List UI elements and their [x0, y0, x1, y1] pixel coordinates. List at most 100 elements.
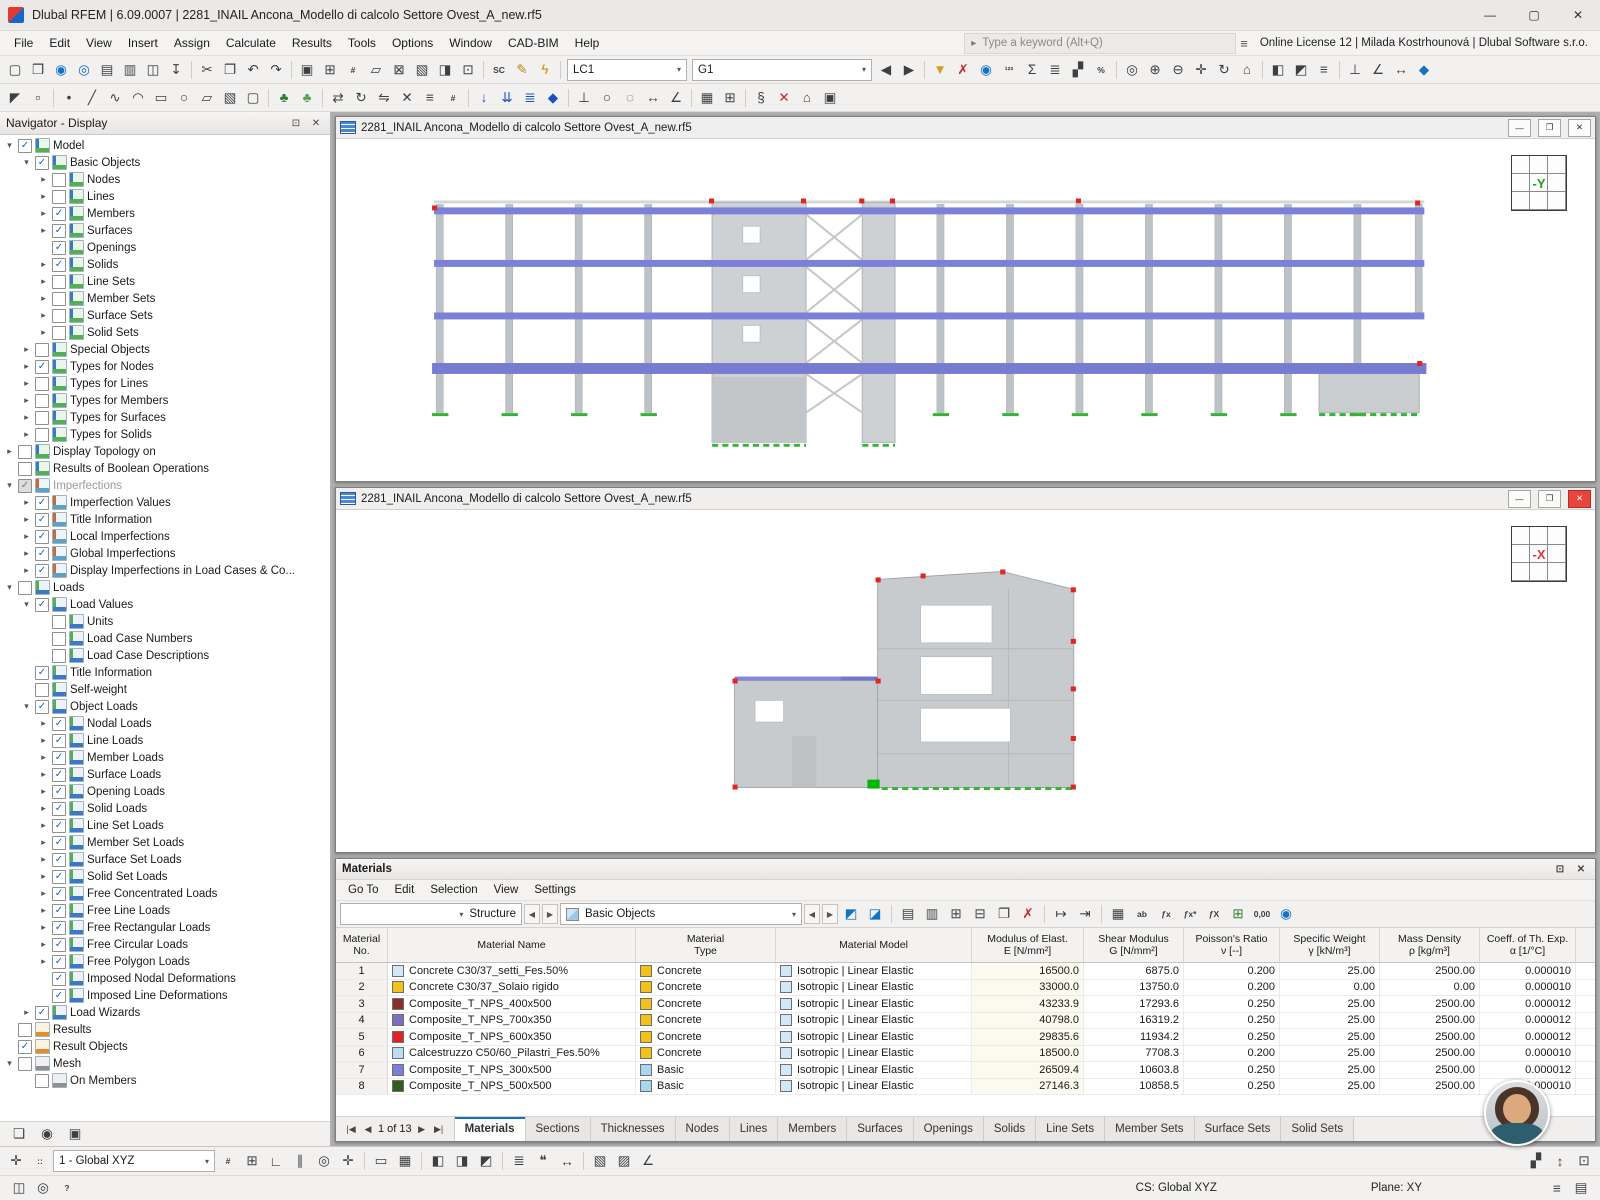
menu-file[interactable]: File [6, 33, 41, 53]
tree-checkbox[interactable]: ✓ [52, 784, 66, 799]
line-grid-icon[interactable]: ▦ [394, 1150, 416, 1172]
shear-modulus-cell[interactable]: 6875.0 [1084, 963, 1184, 979]
cartesian-icon[interactable]: ✛ [337, 1150, 359, 1172]
tree-checkbox[interactable]: ✓ [18, 138, 32, 153]
modulus-cell[interactable]: 43233.9 [972, 996, 1084, 1012]
poisson-cell[interactable]: 0.200 [1184, 1045, 1280, 1061]
menu-edit[interactable]: Edit [41, 33, 78, 53]
tree-checkbox[interactable]: ✓ [52, 733, 66, 748]
tree-checkbox[interactable] [52, 325, 66, 340]
tree-item-types-for-nodes[interactable]: ▸ ✓ Types for Nodes [0, 358, 330, 375]
tree-checkbox[interactable]: ✓ [35, 359, 49, 374]
tree-item-display-imperfections-in-load-cases-co[interactable]: ▸ ✓ Display Imperfections in Load Cases & … [0, 562, 330, 579]
object-snap-toggle-icon[interactable]: ◎ [313, 1150, 335, 1172]
tree-checkbox[interactable]: ✓ [52, 971, 66, 986]
tree-item-load-case-descriptions[interactable]: Load Case Descriptions [0, 647, 330, 664]
column-header-poisson-s-ratio[interactable]: Poisson's Ratio ν [--] [1184, 928, 1280, 962]
modulus-cell[interactable]: 29835.6 [972, 1029, 1084, 1045]
tree-expander-icon[interactable]: ▸ [38, 191, 49, 202]
row-number-cell[interactable]: 6 [336, 1045, 388, 1061]
tree-expander-icon[interactable]: ▸ [38, 956, 49, 967]
opening-tool-icon[interactable]: ▢ [242, 87, 264, 109]
keyword-search-input[interactable]: ▸ Type a keyword (Alt+Q) [964, 32, 1237, 54]
tree-checkbox[interactable]: ✓ [52, 920, 66, 935]
menu-help[interactable]: Help [567, 33, 608, 53]
zoom-icon[interactable]: ◎ [1121, 59, 1143, 81]
calculate-icon[interactable]: ϟ [534, 59, 556, 81]
grid-icon[interactable]: ⊞ [319, 59, 341, 81]
tree-checkbox[interactable] [52, 291, 66, 306]
tree-checkbox[interactable] [35, 393, 49, 408]
zoom-out-icon[interactable]: ⊖ [1167, 59, 1189, 81]
tab-sections[interactable]: Sections [525, 1117, 591, 1141]
tab-solids[interactable]: Solids [983, 1117, 1037, 1141]
scale-icon[interactable]: SC [488, 59, 510, 81]
tree-expander-icon[interactable]: ▸ [21, 412, 32, 423]
first-page-button[interactable]: |◀ [344, 1124, 358, 1135]
tree-checkbox[interactable]: ✓ [52, 716, 66, 731]
tree-expander-icon[interactable]: ▸ [38, 752, 49, 763]
move-copy-icon[interactable]: ⇄ [327, 87, 349, 109]
material-name-cell[interactable]: Composite_T_NPS_400x500 [388, 996, 636, 1012]
tree-expander-icon[interactable]: ▸ [38, 293, 49, 304]
origin-icon[interactable]: ⌂ [796, 87, 818, 109]
search-table-icon[interactable]: ◉ [1275, 903, 1297, 925]
last-page-button[interactable]: ▶| [432, 1124, 446, 1135]
next-page-button[interactable]: ▶ [415, 1124, 429, 1135]
mass-density-cell[interactable]: 2500.00 [1380, 1078, 1480, 1094]
tree-expander-icon[interactable]: ▸ [21, 514, 32, 525]
materials-menu-view[interactable]: View [486, 882, 527, 898]
formula-import-icon[interactable]: ƒX [1203, 903, 1225, 925]
tree-checkbox[interactable]: ✓ [52, 954, 66, 969]
mass-density-cell[interactable]: 2500.00 [1380, 996, 1480, 1012]
viewport-close-button[interactable]: ✕ [1568, 489, 1591, 508]
solid-tool-icon[interactable]: ▧ [219, 87, 241, 109]
layers-icon[interactable]: ≡ [1313, 59, 1335, 81]
mass-density-cell[interactable]: 2500.00 [1380, 1012, 1480, 1028]
tree-item-self-weight[interactable]: Self-weight [0, 681, 330, 698]
export-table-icon[interactable]: ▥ [921, 903, 943, 925]
visibility-lock-icon[interactable]: ◩ [475, 1150, 497, 1172]
material-row-6[interactable]: 6 Calcestruzzo C50/60_Pilastri_Fes.50% Con… [336, 1045, 1595, 1062]
row-number-cell[interactable]: 5 [336, 1029, 388, 1045]
tree-expander-icon[interactable]: ▸ [38, 854, 49, 865]
local-axes-icon[interactable]: ∠ [1367, 59, 1389, 81]
materials-menu-selection[interactable]: Selection [422, 882, 485, 898]
maximize-button[interactable]: ▢ [1512, 0, 1556, 30]
specific-weight-cell[interactable]: 25.00 [1280, 1012, 1380, 1028]
menu-assign[interactable]: Assign [166, 33, 218, 53]
tree-checkbox[interactable] [35, 342, 49, 357]
tree-item-surfaces[interactable]: ▸ ✓ Surfaces [0, 222, 330, 239]
material-model-cell[interactable]: Isotropic | Linear Elastic [776, 1029, 972, 1045]
tree-expander-icon[interactable]: ▸ [38, 225, 49, 236]
model-view-elevation[interactable]: -Y [336, 139, 1595, 481]
column-header-modulus-of-elast-e-n-mm[interactable]: Modulus of Elast. E [N/mm²] [972, 928, 1084, 962]
prev-page-button[interactable]: ◀ [361, 1124, 375, 1135]
tree-checkbox[interactable]: ✓ [52, 750, 66, 765]
tree-item-title-information[interactable]: ▸ ✓ Title Information [0, 511, 330, 528]
panel-pin-icon[interactable]: ❏ [8, 1123, 30, 1145]
menu-results[interactable]: Results [284, 33, 340, 53]
tree-item-imperfections[interactable]: ▾ ✓ Imperfections [0, 477, 330, 494]
circle-tool-icon[interactable]: ○ [173, 87, 195, 109]
print-table-icon[interactable]: ▦ [1107, 903, 1129, 925]
tree-item-types-for-surfaces[interactable]: ▸ Types for Surfaces [0, 409, 330, 426]
tree-checkbox[interactable]: ✓ [52, 767, 66, 782]
tree-item-nodes[interactable]: ▸ Nodes [0, 171, 330, 188]
material-model-cell[interactable]: Isotropic | Linear Elastic [776, 979, 972, 995]
delete-icon[interactable]: ✕ [773, 87, 795, 109]
tree-item-members[interactable]: ▸ ✓ Members [0, 205, 330, 222]
load-group-combobox[interactable]: G1 ▾ [692, 58, 872, 81]
specific-weight-cell[interactable]: 25.00 [1280, 963, 1380, 979]
tree-checkbox[interactable]: ✓ [35, 512, 49, 527]
fps-icon[interactable]: ▞ [1525, 1150, 1547, 1172]
hinge-tool-icon[interactable]: ○ [596, 87, 618, 109]
tree-checkbox[interactable]: ✓ [52, 223, 66, 238]
material-type-cell[interactable]: Basic [636, 1062, 776, 1078]
thermal-exp-cell[interactable]: 0.000010 [1480, 1045, 1576, 1061]
shear-modulus-cell[interactable]: 13750.0 [1084, 979, 1184, 995]
select-by-cell-icon[interactable]: ◩ [840, 903, 862, 925]
prev-load-case-icon[interactable]: ◀ [875, 59, 897, 81]
dimension-display-icon[interactable]: ↔ [1390, 59, 1412, 81]
tree-item-surface-loads[interactable]: ▸ ✓ Surface Loads [0, 766, 330, 783]
